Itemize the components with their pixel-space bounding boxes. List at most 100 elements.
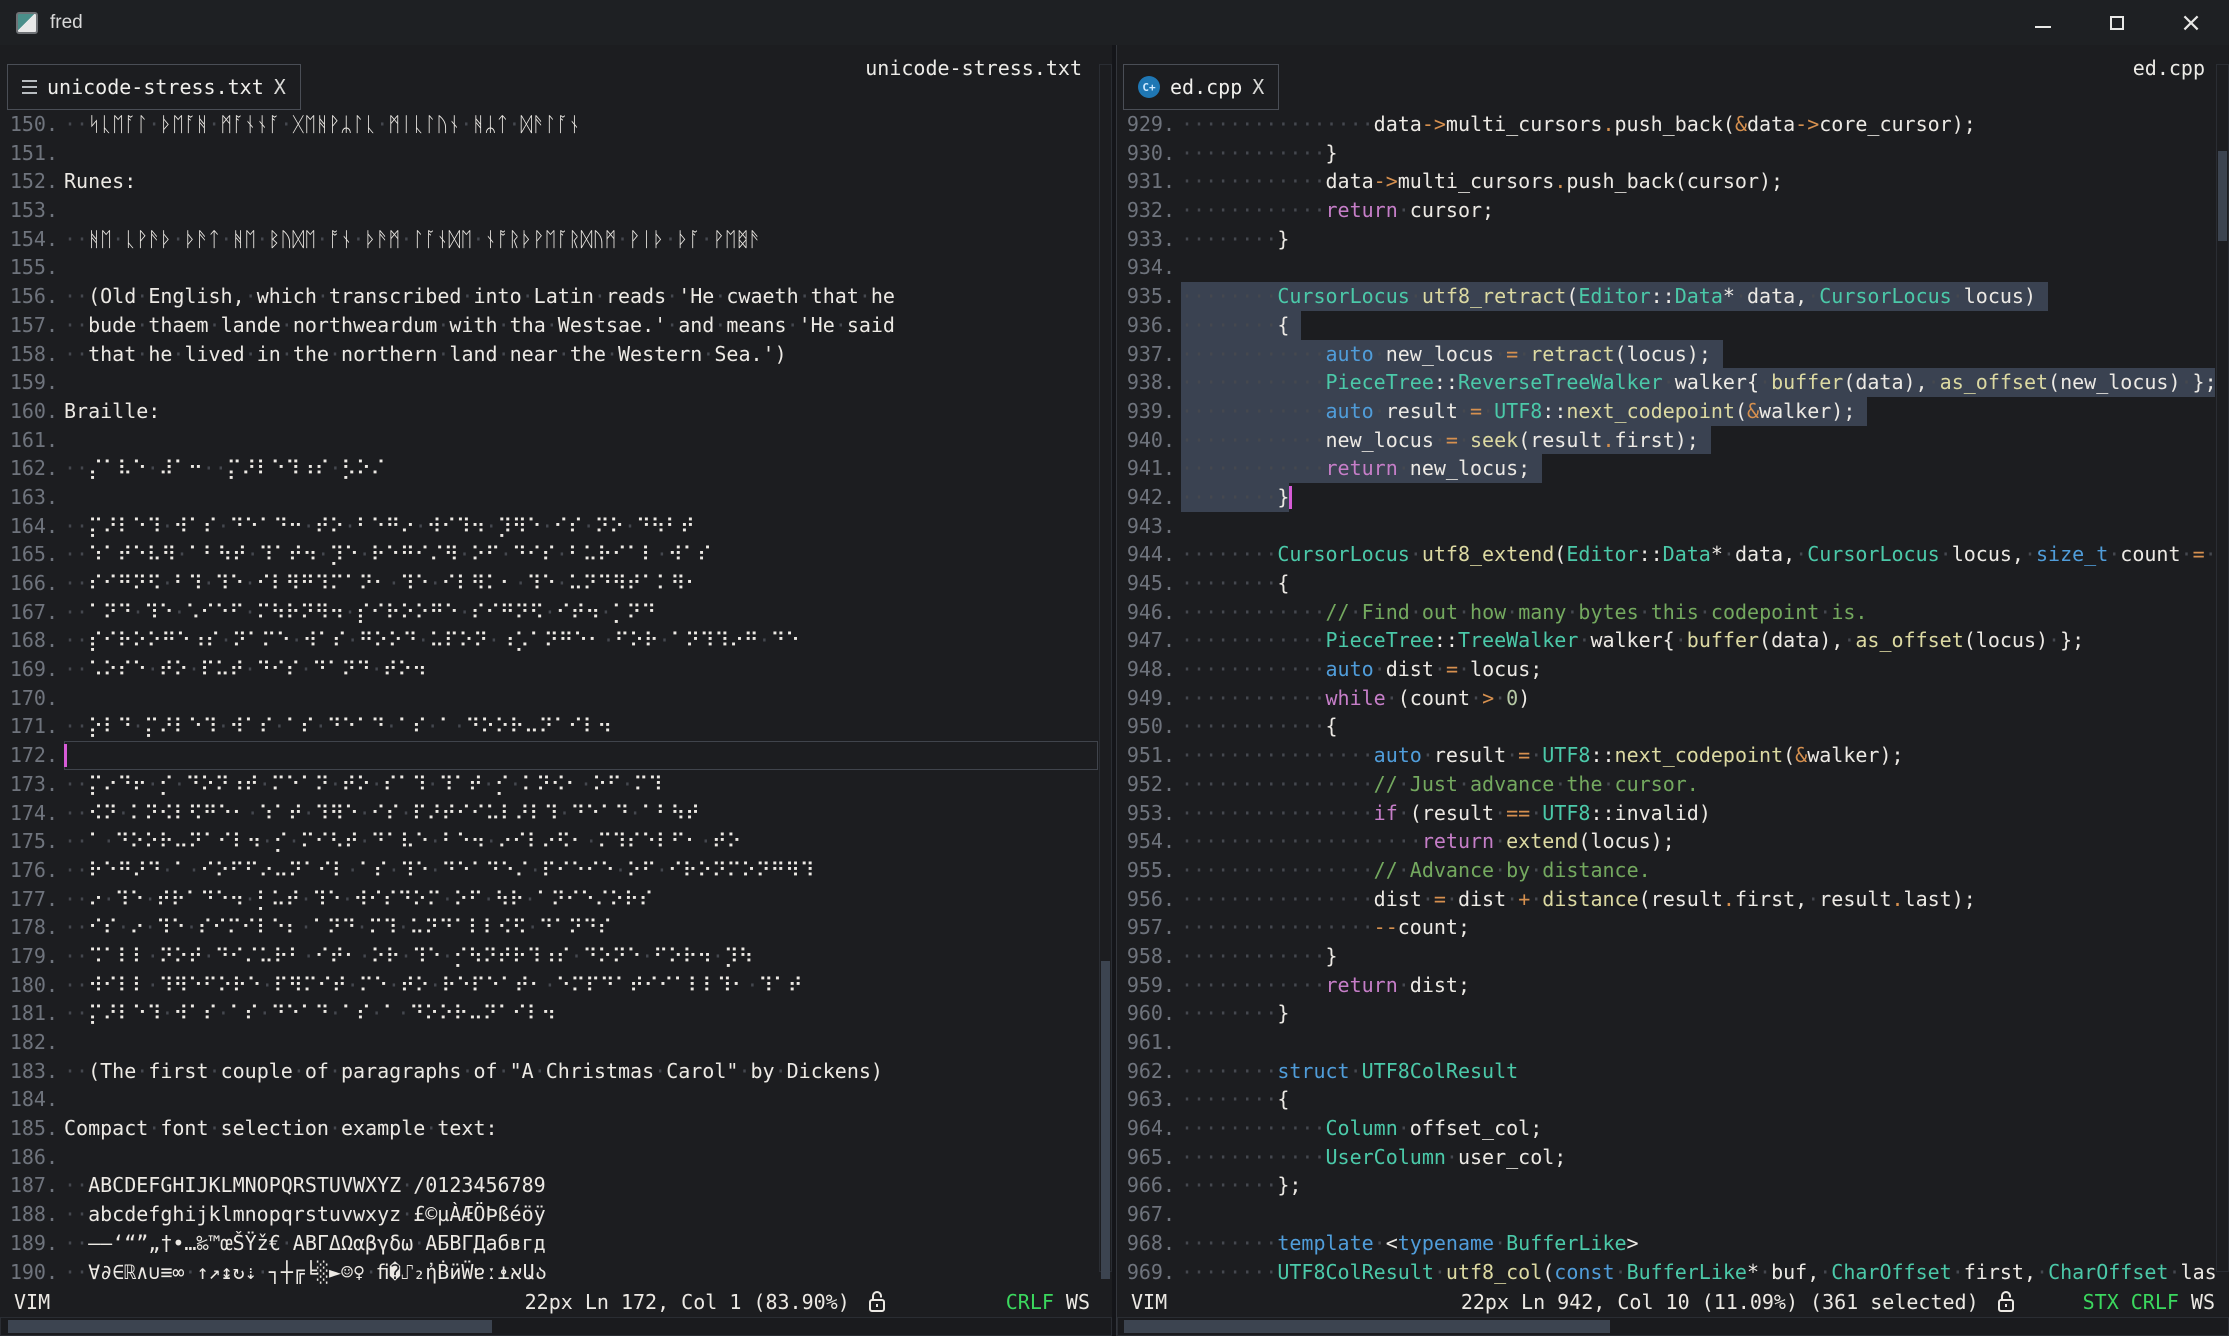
code-line[interactable]: 171.··⡕⠇⠙·⡍⠜⠇⠑⠹·⠺⠁⠎·⠁⠎·⠙⠑⠁⠙·⠁⠎·⠁·⠙⠕⠕⠗⠤⠝⠁… (0, 712, 1098, 741)
code-line[interactable]: 953.················if·(result·==·UTF8::… (1117, 799, 2215, 828)
code-line[interactable]: 157.··bude·thaem·lande·northweardum·with… (0, 311, 1098, 340)
tab-unicode-stress[interactable]: unicode-stress.txt X (7, 64, 301, 110)
code-line[interactable]: 937.············auto·new_locus·=·retract… (1117, 340, 2215, 369)
code-area[interactable]: 929.················data->multi_cursors.… (1117, 110, 2215, 1286)
code-line[interactable]: 177.··⠔·⠹⠑·⠞⠗⠁⠙⠑⠲·⡃⠥⠞·⠹⠑·⠺⠊⠎⠙⠕⠍·⠕⠋·⠳⠗·⠁⠝… (0, 885, 1098, 914)
minimize-button[interactable] (2033, 13, 2053, 33)
h-scrollbar-thumb[interactable] (1124, 1320, 1610, 1333)
code-line[interactable]: 184. (0, 1085, 1098, 1114)
h-scrollbar[interactable] (1117, 1317, 2229, 1336)
code-line[interactable]: 952.················//·Just·advance·the·… (1117, 770, 2215, 799)
code-line[interactable]: 946.············//·Find·out·how·many·byt… (1117, 598, 2215, 627)
code-area[interactable]: 150.··ᛋᚳᛖᚪᛚ·ᚦᛖᚪᚻ·ᛗᚪᚾᚾᚪ·ᚷᛖᚻᚹᛦᛚᚳ·ᛗᛁᚳᛚᚢᚾ·ᚻᛦ… (0, 110, 1098, 1286)
code-line[interactable]: 169.··⠡⠕⠎⠑·⠞⠕·⠏⠥⠞·⠙⠊⠎·⠙⠁⠝⠙·⠞⠕⠲ (0, 655, 1098, 684)
code-line[interactable]: 951.················auto·result·=·UTF8::… (1117, 741, 2215, 770)
code-line[interactable]: 175.··⠁·⠙⠕⠕⠗⠤⠝⠁⠊⠇⠲·⡊·⠍⠊⠣⠞·⠙⠁⠧⠑·⠃⠑⠲·⠔⠊⠇⠔⠫… (0, 827, 1098, 856)
code-line[interactable]: 934. (1117, 253, 2215, 282)
code-line[interactable]: 939.············auto·result·=·UTF8::next… (1117, 397, 2215, 426)
code-line[interactable]: 161. (0, 426, 1098, 455)
code-line[interactable]: 186. (0, 1143, 1098, 1172)
h-scrollbar-thumb[interactable] (8, 1320, 492, 1333)
code-line[interactable]: 173.··⡍⠔⠙⠖·⡊·⠙⠕⠝⠰⠞·⠍⠑⠁⠝·⠞⠕·⠎⠁⠹·⠹⠁⠞·⡊·⠅⠝⠪… (0, 770, 1098, 799)
code-line[interactable]: 165.··⠱⠁⠞⠑⠧⠻·⠁⠃⠳⠞·⠹⠁⠞⠲·⡹⠑·⠗⠑⠛⠊⠌⠻·⠕⠋·⠙⠊⠎·… (0, 540, 1098, 569)
code-line[interactable]: 172. (0, 741, 1098, 770)
code-line[interactable]: 182. (0, 1028, 1098, 1057)
code-line[interactable]: 968.········template·<typename·BufferLik… (1117, 1229, 2215, 1258)
code-line[interactable]: 941.············return·new_locus; (1117, 454, 2215, 483)
code-line[interactable]: 181.··⡍⠜⠇⠑⠹·⠺⠁⠎·⠁⠎·⠙⠑⠁⠙·⠁⠎·⠁·⠙⠕⠕⠗⠤⠝⠁⠊⠇⠲ (0, 999, 1098, 1028)
maximize-button[interactable] (2107, 13, 2127, 33)
close-button[interactable]: × (2181, 13, 2201, 33)
code-line[interactable]: 954.····················return·extend(lo… (1117, 827, 2215, 856)
tab-close-icon[interactable]: X (274, 75, 286, 99)
code-line[interactable]: 155. (0, 253, 1098, 282)
code-line[interactable]: 168.··⡎⠊⠗⠕⠕⠛⠑⠰⠎·⠝⠁⠍⠑·⠺⠁⠎·⠛⠕⠕⠙·⠥⠏⠕⠝·⠰⡡⠁⠝⠛… (0, 626, 1098, 655)
code-line[interactable]: 955.················//·Advance·by·distan… (1117, 856, 2215, 885)
code-line[interactable]: 932.············return·cursor; (1117, 196, 2215, 225)
tab-ed-cpp[interactable]: C+ ed.cpp X (1123, 64, 1279, 110)
code-line[interactable]: 189.··–—‘“”„†•…‰™œŠŸž€·ΑΒΓΔΩαβγδω·АБВГДа… (0, 1229, 1098, 1258)
code-line[interactable]: 961. (1117, 1028, 2215, 1057)
tab-close-icon[interactable]: X (1252, 75, 1264, 99)
code-line[interactable]: 938.············PieceTree::ReverseTreeWa… (1117, 368, 2215, 397)
code-line[interactable]: 187.··ABCDEFGHIJKLMNOPQRSTUVWXYZ·/012345… (0, 1171, 1098, 1200)
code-line[interactable]: 162.··⡌⠁⠧⠑·⠼⠁⠒··⡍⠜⠇⠑⠹⠰⠎·⡣⠕⠌ (0, 454, 1098, 483)
code-line[interactable]: 160.Braille: (0, 397, 1098, 426)
code-line[interactable]: 935.········CursorLocus·utf8_retract(Edi… (1117, 282, 2215, 311)
code-line[interactable]: 163. (0, 483, 1098, 512)
code-line[interactable]: 960.········} (1117, 999, 2215, 1028)
code-line[interactable]: 944.········CursorLocus·utf8_extend(Edit… (1117, 540, 2215, 569)
v-scrollbar-thumb[interactable] (1101, 961, 1110, 1279)
code-line[interactable]: 178.··⠊⠎·⠔·⠹⠑·⠎⠊⠍⠊⠇⠑⠆·⠁⠝⠙·⠍⠹·⠥⠝⠙⠁⠇⠇⠪⠫·⠙⠁… (0, 913, 1098, 942)
code-line[interactable]: 945.········{ (1117, 569, 2215, 598)
v-scrollbar[interactable] (2216, 64, 2229, 1272)
code-line[interactable]: 152.Runes: (0, 167, 1098, 196)
v-scrollbar[interactable] (1099, 64, 1112, 1272)
h-scrollbar[interactable] (0, 1317, 1112, 1336)
code-line[interactable]: 969.········UTF8ColResult·utf8_col(const… (1117, 1258, 2215, 1287)
code-line[interactable]: 929.················data->multi_cursors.… (1117, 110, 2215, 139)
code-line[interactable]: 185.Compact·font·selection·example·text: (0, 1114, 1098, 1143)
code-line[interactable]: 154.··ᚻᛖ·ᚳᚹᚫᚦ·ᚦᚫᛏ·ᚻᛖ·ᛒᚢᛞᛖ·ᚩᚾ·ᚦᚫᛗ·ᛚᚪᚾᛞᛖ·ᚾ… (0, 225, 1098, 254)
code-line[interactable]: 167.··⠁⠝⠙·⠹⠑·⠡⠊⠑⠋·⠍⠳⠗⠝⠻⠲·⡎⠊⠗⠕⠕⠛⠑·⠎⠊⠛⠝⠫·⠊… (0, 598, 1098, 627)
code-line[interactable]: 166.··⠎⠊⠛⠝⠫·⠃⠹·⠹⠑·⠊⠇⠻⠛⠹⠍⠁⠝⠂·⠹⠑·⠊⠇⠻⠅⠂·⠹⠑·… (0, 569, 1098, 598)
code-line[interactable]: 931.············data->multi_cursors.push… (1117, 167, 2215, 196)
code-line[interactable]: 930.············} (1117, 139, 2215, 168)
code-line[interactable]: 950.············{ (1117, 712, 2215, 741)
code-line[interactable]: 959.············return·dist; (1117, 971, 2215, 1000)
code-line[interactable]: 957.················--count; (1117, 913, 2215, 942)
code-line[interactable]: 947.············PieceTree::TreeWalker·wa… (1117, 626, 2215, 655)
code-line[interactable]: 962.········struct·UTF8ColResult (1117, 1057, 2215, 1086)
code-line[interactable]: 966.········}; (1117, 1171, 2215, 1200)
code-line[interactable]: 153. (0, 196, 1098, 225)
code-line[interactable]: 188.··abcdefghijklmnopqrstuvwxyz·£©µÀÆÖÞ… (0, 1200, 1098, 1229)
code-line[interactable]: 183.··(The·first·couple·of·paragraphs·of… (0, 1057, 1098, 1086)
code-line[interactable]: 963.········{ (1117, 1085, 2215, 1114)
code-line[interactable]: 150.··ᛋᚳᛖᚪᛚ·ᚦᛖᚪᚻ·ᛗᚪᚾᚾᚪ·ᚷᛖᚻᚹᛦᛚᚳ·ᛗᛁᚳᛚᚢᚾ·ᚻᛦ… (0, 110, 1098, 139)
code-line[interactable]: 180.··⠺⠊⠇⠇·⠹⠻⠑⠋⠕⠗⠑·⠏⠻⠍⠊⠞·⠍⠑·⠞⠕·⠗⠑⠏⠑⠁⠞⠂·⠑… (0, 971, 1098, 1000)
code-line[interactable]: 964.············Column·offset_col; (1117, 1114, 2215, 1143)
code-line[interactable]: 965.············UserColumn·user_col; (1117, 1143, 2215, 1172)
code-line[interactable]: 156.··(Old·English,·which·transcribed·in… (0, 282, 1098, 311)
code-line[interactable]: 933.········} (1117, 225, 2215, 254)
code-line[interactable]: 176.··⠗⠑⠛⠜⠙·⠁·⠊⠕⠋⠋⠔⠤⠝⠁⠊⠇·⠁⠎·⠹⠑·⠙⠑⠁⠙⠑⠌·⠏⠊… (0, 856, 1098, 885)
code-line[interactable]: 940.············new_locus·=·seek(result.… (1117, 426, 2215, 455)
code-line[interactable]: 936.········{ (1117, 311, 2215, 340)
code-line[interactable]: 179.··⠩⠁⠇⠇·⠝⠕⠞·⠙⠊⠌⠥⠗⠃·⠊⠞⠂·⠕⠗·⠹⠑·⡊⠳⠝⠞⠗⠹⠰⠎… (0, 942, 1098, 971)
code-line[interactable]: 956.················dist·=·dist·+·distan… (1117, 885, 2215, 914)
lock-icon[interactable] (866, 1289, 888, 1315)
code-line[interactable]: 170. (0, 684, 1098, 713)
code-line[interactable]: 942.········} (1117, 483, 2215, 512)
code-line[interactable]: 174.··⠪⠝·⠅⠝⠪⠇⠫⠛⠑⠂·⠱⠁⠞·⠹⠻⠑·⠊⠎·⠏⠜⠞⠊⠊⠥⠇⠜⠇⠹·… (0, 799, 1098, 828)
v-scrollbar-thumb[interactable] (2218, 151, 2227, 241)
code-line[interactable]: 159. (0, 368, 1098, 397)
code-line[interactable]: 948.············auto·dist·=·locus; (1117, 655, 2215, 684)
code-line[interactable]: 967. (1117, 1200, 2215, 1229)
pane-divider[interactable] (1112, 45, 1116, 1336)
code-line[interactable]: 943. (1117, 512, 2215, 541)
code-line[interactable]: 949.············while·(count·>·0) (1117, 684, 2215, 713)
code-line[interactable]: 164.··⡍⠜⠇⠑⠹·⠺⠁⠎·⠙⠑⠁⠙⠒·⠞⠕·⠃⠑⠛⠔·⠺⠊⠹⠲·⡹⠻⠑·⠊… (0, 512, 1098, 541)
code-line[interactable]: 958.············} (1117, 942, 2215, 971)
lock-icon[interactable] (1995, 1289, 2017, 1315)
code-line[interactable]: 158.··that·he·lived·in·the·northern·land… (0, 340, 1098, 369)
